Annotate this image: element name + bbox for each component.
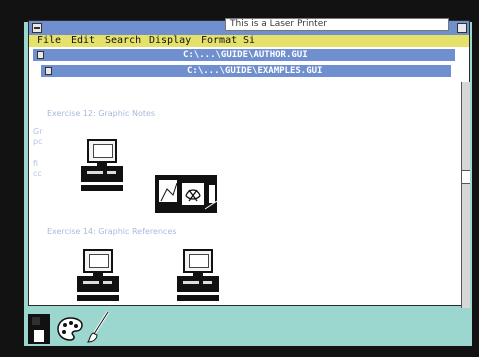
computer-icon[interactable] — [81, 139, 125, 199]
bg-line: Gr — [33, 127, 43, 136]
computer-icon[interactable] — [177, 249, 221, 305]
computer-icon[interactable] — [77, 249, 121, 305]
doc-title-examples-text: C:\...\GUIDE\EXAMPLES.GUI — [187, 66, 323, 76]
exercise-graphic-notes-heading: Exercise 12: Graphic Notes — [47, 109, 156, 118]
scroll-thumb[interactable] — [462, 170, 470, 184]
bg-line: pc — [33, 137, 43, 146]
menu-bar: File Edit Search Display Format Si — [29, 35, 469, 47]
menu-edit[interactable]: Edit — [71, 35, 95, 47]
guide-window: Guide File Edit Search Display Format Si… — [28, 20, 470, 306]
brush-icon[interactable] — [86, 310, 112, 344]
palette-icon[interactable] — [56, 316, 84, 342]
menu-display[interactable]: Display — [149, 35, 191, 47]
maximize-icon[interactable] — [457, 23, 467, 33]
doc-title-author-text: C:\...\GUIDE\AUTHOR.GUI — [183, 50, 308, 60]
menu-si[interactable]: Si — [243, 35, 255, 47]
menu-search[interactable]: Search — [105, 35, 141, 47]
document-content: Exercise 12: Graphic Notes Gr pc fi cc E… — [33, 77, 449, 305]
bg-line: fi — [33, 159, 39, 168]
doc-title-examples[interactable]: C:\...\GUIDE\EXAMPLES.GUI — [41, 65, 451, 77]
menu-file[interactable]: File — [37, 35, 61, 47]
doc-system-icon[interactable] — [45, 67, 52, 75]
floppy-disk-icon[interactable] — [28, 314, 50, 344]
laser-printer-icon[interactable] — [155, 175, 217, 213]
vertical-scrollbar[interactable] — [461, 82, 470, 308]
bg-line: cc — [33, 169, 42, 178]
doc-title-author[interactable]: C:\...\GUIDE\AUTHOR.GUI — [33, 49, 455, 61]
tooltip-laser-printer: This is a Laser Printer — [225, 18, 449, 31]
exercise-graphic-references-heading: Exercise 14: Graphic References — [47, 227, 177, 236]
menu-format[interactable]: Format — [201, 35, 237, 47]
doc-system-icon[interactable] — [37, 51, 44, 59]
screen-frame: Guide File Edit Search Display Format Si… — [0, 0, 479, 357]
